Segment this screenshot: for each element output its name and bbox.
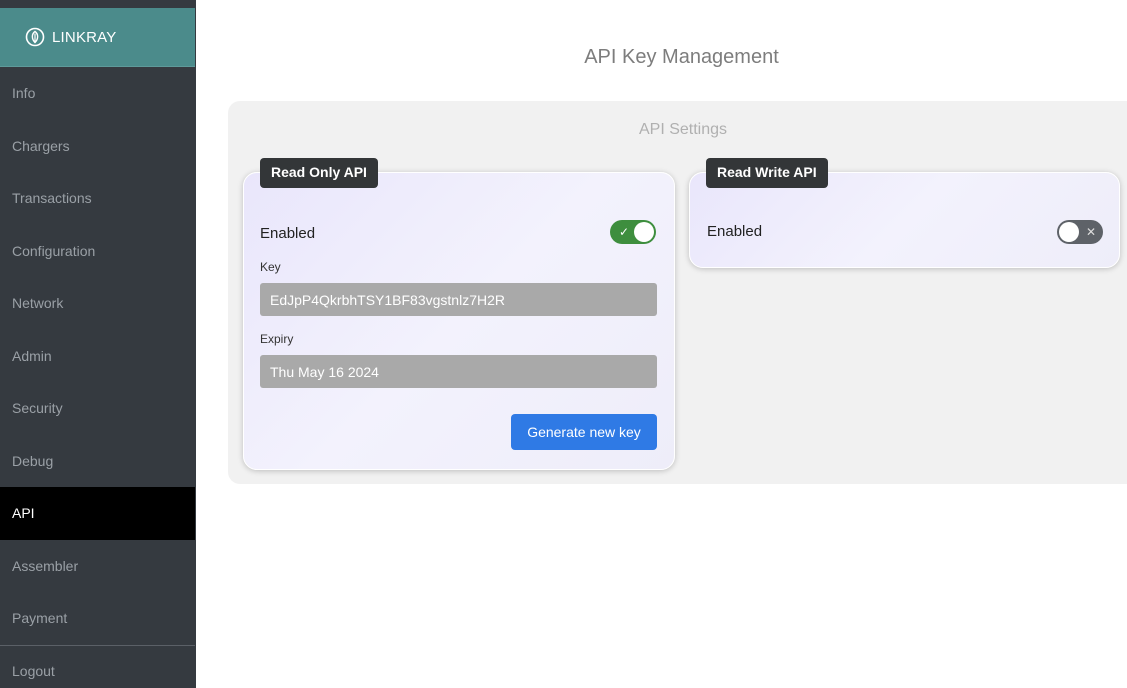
- sidebar-item-info[interactable]: Info: [0, 67, 195, 120]
- sidebar-item-label: API: [12, 505, 35, 522]
- sidebar-item-label: Logout: [12, 663, 55, 680]
- api-key-field[interactable]: EdJpP4QkrbhTSY1BF83vgstnlz7H2R: [260, 283, 657, 316]
- read-only-enabled-toggle[interactable]: ✓: [610, 220, 656, 244]
- read-write-enabled-label: Enabled: [707, 223, 763, 240]
- sidebar-item-chargers[interactable]: Chargers: [0, 120, 195, 173]
- sidebar-item-admin[interactable]: Admin: [0, 330, 195, 383]
- toggle-knob: [634, 222, 654, 242]
- sidebar-item-configuration[interactable]: Configuration: [0, 225, 195, 278]
- check-icon: ✓: [618, 225, 630, 239]
- read-write-enabled-toggle[interactable]: ✕: [1057, 220, 1103, 244]
- sidebar-item-api[interactable]: API: [0, 487, 195, 540]
- sidebar-item-label: Assembler: [12, 557, 79, 574]
- generate-new-key-button[interactable]: Generate new key: [511, 414, 657, 450]
- sidebar-item-assembler[interactable]: Assembler: [0, 540, 195, 593]
- sidebar-item-label: Info: [12, 85, 36, 102]
- expiry-label: Expiry: [260, 332, 294, 346]
- sidebar-item-label: Network: [12, 295, 64, 312]
- brand-header[interactable]: LINKRAY: [0, 8, 195, 67]
- sidebar-item-transactions[interactable]: Transactions: [0, 172, 195, 225]
- expiry-field[interactable]: Thu May 16 2024: [260, 355, 657, 388]
- brand-name: LINKRAY: [52, 28, 117, 46]
- settings-title: API Settings: [638, 121, 728, 138]
- sidebar-item-label: Transactions: [12, 190, 92, 207]
- x-icon: ✕: [1085, 225, 1097, 239]
- key-label: Key: [260, 260, 281, 274]
- page-title: API Key Management: [584, 46, 779, 68]
- sidebar-item-logout[interactable]: Logout: [0, 644, 195, 688]
- app-window: LINKRAY Info Chargers Transactions Confi…: [0, 0, 1127, 688]
- api-settings-panel: API Settings Enabled ✓ Key EdJpP4QkrbhTS…: [228, 101, 1127, 484]
- leaf-logo-icon: [25, 27, 45, 47]
- read-only-api-card: Enabled ✓ Key EdJpP4QkrbhTSY1BF83vgstnlz…: [243, 172, 675, 470]
- sidebar-item-label: Security: [12, 400, 63, 417]
- read-only-enabled-label: Enabled: [260, 225, 316, 242]
- read-only-api-tag: Read Only API: [260, 158, 378, 188]
- sidebar-item-label: Payment: [12, 610, 68, 627]
- sidebar-item-label: Configuration: [12, 242, 96, 259]
- sidebar-item-payment[interactable]: Payment: [0, 592, 195, 645]
- sidebar-item-network[interactable]: Network: [0, 277, 195, 330]
- sidebar: LINKRAY Info Chargers Transactions Confi…: [0, 0, 196, 688]
- sidebar-item-security[interactable]: Security: [0, 382, 195, 435]
- toggle-knob: [1059, 222, 1079, 242]
- read-write-api-tag: Read Write API: [706, 158, 828, 188]
- sidebar-item-debug[interactable]: Debug: [0, 435, 195, 488]
- sidebar-item-label: Admin: [12, 347, 52, 364]
- sidebar-item-label: Chargers: [12, 137, 70, 154]
- sidebar-nav: Info Chargers Transactions Configuration…: [0, 67, 195, 688]
- sidebar-item-label: Debug: [12, 452, 54, 469]
